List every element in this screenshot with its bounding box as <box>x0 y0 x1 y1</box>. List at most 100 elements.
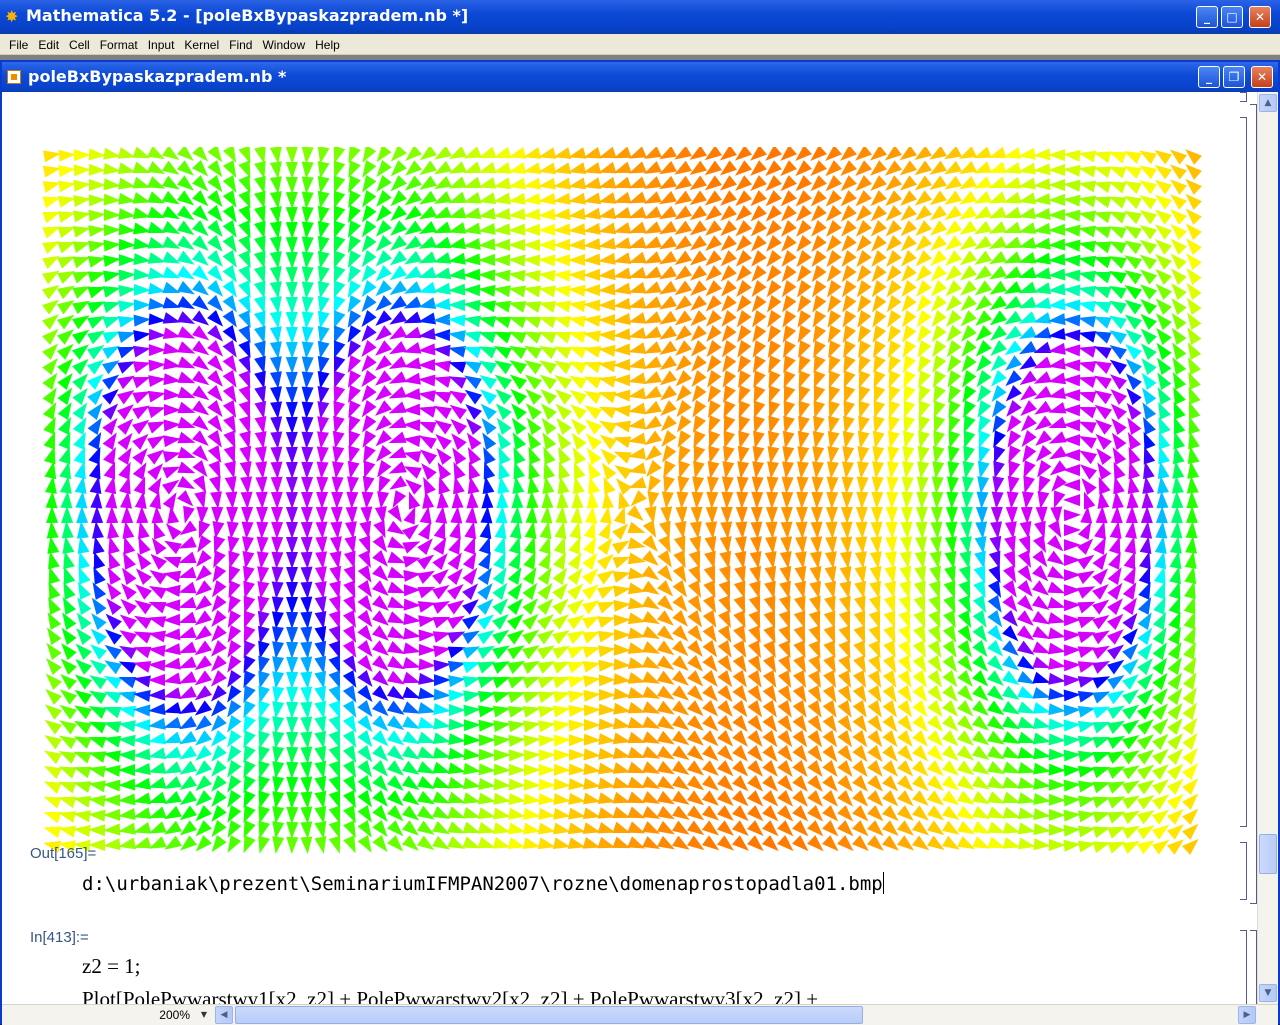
menu-format[interactable]: Format <box>95 35 143 55</box>
field-arrow <box>493 749 511 762</box>
field-arrow <box>942 685 958 702</box>
nb-restore-button[interactable]: ❐ <box>1223 66 1245 88</box>
field-arrow <box>957 685 974 702</box>
field-arrow <box>404 175 422 191</box>
field-arrow <box>285 236 298 254</box>
vertical-scroll-thumb[interactable] <box>1259 834 1277 874</box>
field-arrow <box>990 325 1007 341</box>
field-arrow <box>870 205 887 222</box>
field-arrow <box>852 790 869 807</box>
scroll-up-button[interactable]: ▲ <box>1259 94 1277 112</box>
field-arrow <box>300 551 313 569</box>
nb-close-button[interactable]: ✕ <box>1251 66 1273 88</box>
field-arrow <box>1137 749 1155 765</box>
field-arrow <box>897 760 914 777</box>
field-arrow <box>492 614 509 630</box>
output-path-text[interactable]: d:\urbaniak\prezent\SeminariumIFMPAN2007… <box>82 872 884 895</box>
field-arrow <box>583 689 601 702</box>
scroll-down-button[interactable]: ▼ <box>1259 984 1277 1002</box>
field-arrow <box>598 298 616 311</box>
input-line-1[interactable]: z2 = 1; <box>82 954 141 979</box>
app-title: Mathematica 5.2 - [poleBxBypaskazpradem.… <box>26 6 469 25</box>
field-arrow <box>765 190 782 207</box>
scroll-left-button[interactable]: ◀ <box>215 1006 233 1024</box>
scroll-right-button[interactable]: ▶ <box>1238 1006 1256 1024</box>
field-arrow <box>657 655 675 671</box>
field-arrow <box>912 715 928 732</box>
app-maximize-button[interactable]: □ <box>1221 6 1243 28</box>
field-arrow <box>687 715 704 731</box>
arrow-up-icon: ▲ <box>1264 98 1272 108</box>
field-arrow <box>717 715 733 732</box>
cell-group-bracket[interactable] <box>1250 104 1257 904</box>
vertical-scrollbar[interactable]: ▲ ▼ <box>1257 92 1278 1004</box>
field-arrow <box>897 745 913 762</box>
field-arrow <box>103 823 121 836</box>
menu-file[interactable]: File <box>0 35 33 55</box>
app-minimize-button[interactable]: _ <box>1196 6 1218 28</box>
field-arrow <box>285 491 298 509</box>
field-arrow <box>1171 283 1187 300</box>
field-arrow <box>119 614 137 630</box>
menu-edit[interactable]: Edit <box>33 35 64 55</box>
field-arrow <box>463 284 481 297</box>
field-arrow <box>931 491 944 509</box>
field-arrow <box>1122 643 1139 660</box>
field-arrow <box>1137 703 1154 720</box>
field-arrow <box>404 190 422 206</box>
field-arrow <box>1092 615 1110 630</box>
field-arrow <box>1152 718 1169 735</box>
field-arrow <box>642 595 660 610</box>
field-arrow <box>134 600 152 615</box>
field-arrow <box>285 281 298 299</box>
field-arrow <box>285 416 298 434</box>
zoom-dropdown-icon[interactable]: ▼ <box>197 1007 211 1023</box>
field-arrow <box>227 835 242 853</box>
field-arrow <box>286 821 299 839</box>
field-arrow <box>837 805 854 822</box>
field-arrow <box>177 160 194 176</box>
field-arrow <box>583 748 601 761</box>
field-arrow <box>43 765 62 779</box>
cell-bracket-input[interactable] <box>1240 930 1247 1004</box>
field-arrow <box>1033 178 1051 191</box>
field-arrow <box>88 179 106 192</box>
notebook-titlebar[interactable]: poleBxBypaskazpradem.nb * _ ❐ ✕ <box>2 62 1278 92</box>
field-arrow <box>942 700 959 717</box>
notebook-content[interactable]: Out[165]= d:\urbaniak\prezent\Seminarium… <box>2 92 1258 1004</box>
field-arrow <box>117 432 133 450</box>
field-arrow <box>540 388 557 405</box>
field-arrow <box>511 491 524 509</box>
menu-find[interactable]: Find <box>224 35 257 55</box>
field-arrow <box>912 760 929 777</box>
field-arrow <box>1048 178 1066 191</box>
field-arrow <box>1167 763 1184 780</box>
nb-minimize-button[interactable]: _ <box>1198 66 1220 88</box>
menu-window[interactable]: Window <box>257 35 310 55</box>
menu-cell[interactable]: Cell <box>64 35 95 55</box>
cell-bracket-graphics[interactable] <box>1240 117 1247 827</box>
notebook-window: poleBxBypaskazpradem.nb * _ ❐ ✕ Out[165]… <box>0 60 1280 1025</box>
field-arrow <box>73 179 91 192</box>
app-close-button[interactable]: ✕ <box>1249 6 1271 28</box>
field-arrow <box>915 220 932 236</box>
cell-bracket-output[interactable] <box>1240 842 1247 900</box>
field-arrow <box>870 160 887 176</box>
field-arrow <box>508 749 526 762</box>
field-arrow <box>627 505 644 521</box>
field-arrow <box>1167 839 1184 855</box>
field-arrow <box>807 820 824 837</box>
field-arrow <box>1048 823 1066 836</box>
input-line-2[interactable]: Plot[PolePwwarstwy1[x2, z2] + PolePwwars… <box>82 987 818 1004</box>
field-arrow <box>403 403 421 416</box>
horizontal-scroll-thumb[interactable] <box>235 1006 863 1024</box>
cell-bracket[interactable] <box>1240 92 1247 102</box>
menu-help[interactable]: Help <box>310 35 345 55</box>
field-arrow <box>390 190 407 207</box>
field-arrow <box>1063 749 1081 762</box>
zoom-level[interactable]: 200% <box>6 1007 194 1023</box>
cell-group-bracket-input[interactable] <box>1250 930 1257 1004</box>
menu-kernel[interactable]: Kernel <box>179 35 224 55</box>
menu-input[interactable]: Input <box>143 35 180 55</box>
field-arrow <box>687 700 704 717</box>
